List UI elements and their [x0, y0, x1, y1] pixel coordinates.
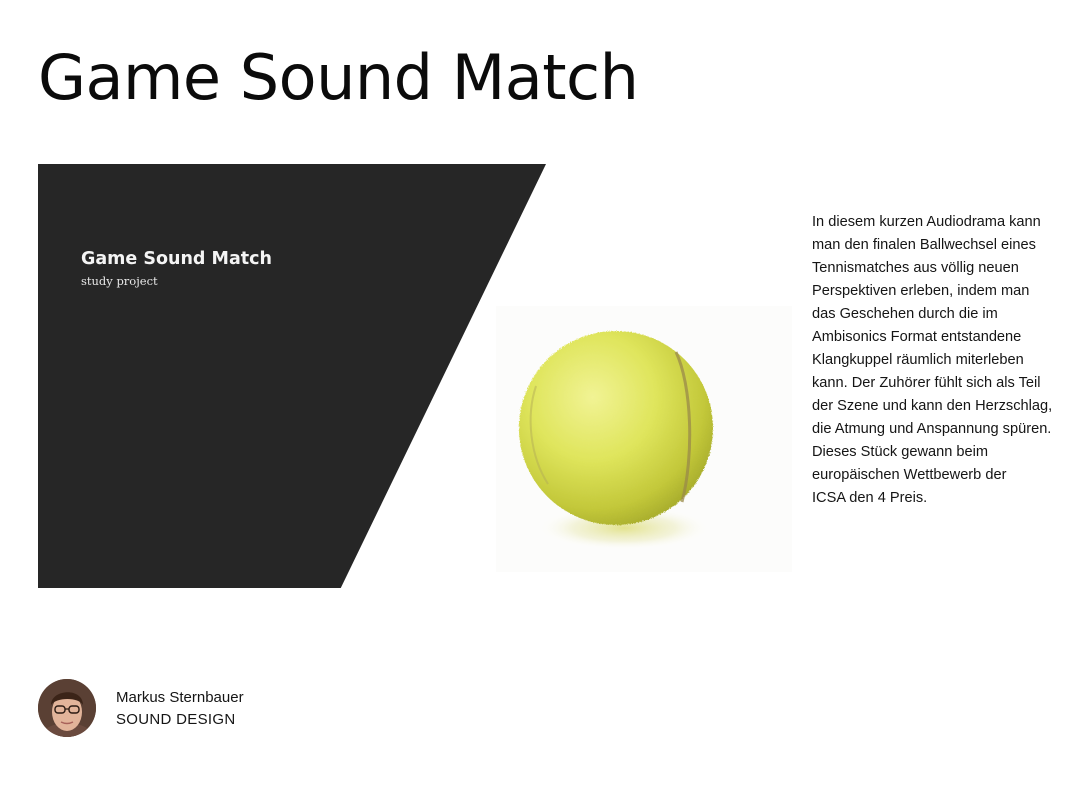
hero-title: Game Sound Match	[81, 249, 272, 269]
avatar-portrait-icon	[38, 679, 96, 737]
tennis-ball-icon	[496, 306, 792, 572]
hero-panel	[38, 164, 546, 588]
author-name: Markus Sternbauer	[116, 689, 244, 706]
hero-subtitle: study project	[81, 274, 158, 288]
avatar	[38, 679, 96, 737]
page-title: Game Sound Match	[38, 41, 639, 114]
tennis-ball-image	[496, 306, 792, 572]
project-description: In diesem kurzen Audiodrama kann man den…	[812, 214, 1053, 506]
author-role: SOUND DESIGN	[116, 711, 236, 728]
